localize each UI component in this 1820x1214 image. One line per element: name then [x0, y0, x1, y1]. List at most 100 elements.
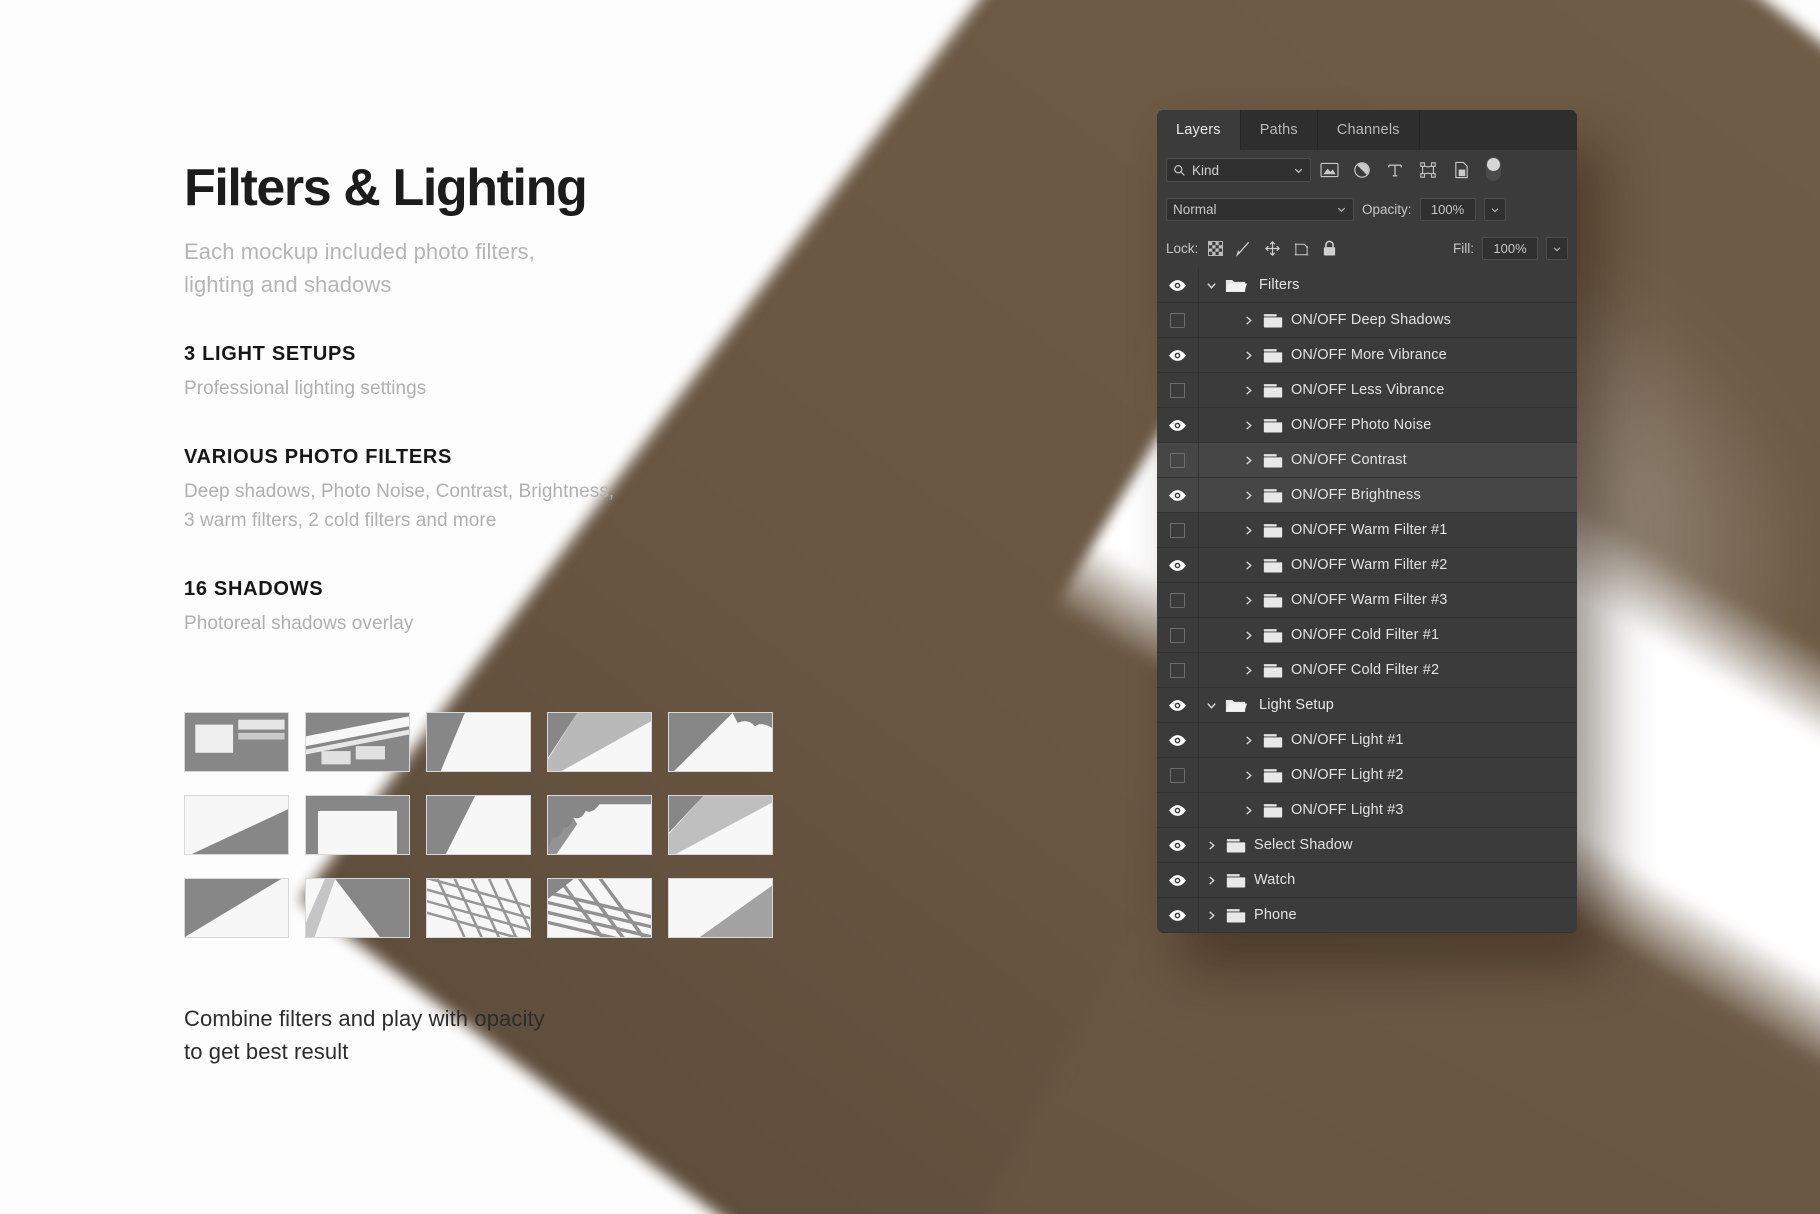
layer-row-body: ON/OFF Light #3	[1199, 802, 1577, 819]
layer-row[interactable]: ON/OFF Deep Shadows	[1157, 303, 1577, 338]
layer-name: ON/OFF Light #3	[1291, 802, 1404, 818]
section-heading: 3 LIGHT SETUPS	[184, 343, 357, 366]
layer-visibility-eye-icon[interactable]	[1157, 338, 1199, 372]
layer-row[interactable]: Phone	[1157, 898, 1577, 933]
layer-visibility-eye-icon[interactable]	[1157, 723, 1199, 757]
lock-image-icon[interactable]	[1235, 240, 1252, 257]
chevron-right-icon[interactable]	[1241, 734, 1255, 747]
layer-visibility-checkbox[interactable]	[1157, 758, 1199, 792]
tab-layers[interactable]: Layers	[1157, 110, 1241, 150]
section-body-line: Professional lighting settings	[184, 378, 427, 400]
layer-row[interactable]: ON/OFF More Vibrance	[1157, 338, 1577, 373]
lock-transparency-icon[interactable]	[1208, 241, 1224, 256]
layer-visibility-checkbox[interactable]	[1157, 443, 1199, 477]
lock-artboard-icon[interactable]	[1293, 241, 1310, 257]
chevron-right-icon[interactable]	[1241, 489, 1255, 502]
chevron-down-icon	[1336, 204, 1347, 215]
layer-visibility-eye-icon[interactable]	[1157, 863, 1199, 897]
chevron-right-icon[interactable]	[1241, 594, 1255, 607]
filter-kind-select[interactable]: Kind	[1166, 158, 1311, 182]
folder-closed-icon	[1262, 382, 1284, 399]
layer-name: ON/OFF Warm Filter #2	[1291, 557, 1448, 573]
filter-enable-toggle[interactable]	[1483, 157, 1503, 183]
chevron-right-icon[interactable]	[1241, 524, 1255, 537]
folder-closed-icon	[1225, 837, 1247, 854]
layer-visibility-eye-icon[interactable]	[1157, 478, 1199, 512]
layer-row-body: ON/OFF Warm Filter #2	[1199, 557, 1577, 574]
fill-stepper[interactable]	[1546, 237, 1568, 260]
layer-row[interactable]: ON/OFF Light #1	[1157, 723, 1577, 758]
blend-mode-value: Normal	[1173, 202, 1217, 217]
chevron-right-icon[interactable]	[1241, 349, 1255, 362]
layer-row[interactable]: Watch	[1157, 863, 1577, 898]
layer-row[interactable]: ON/OFF Brightness	[1157, 478, 1577, 513]
lock-position-icon[interactable]	[1264, 240, 1281, 257]
layer-row[interactable]: ON/OFF Warm Filter #3	[1157, 583, 1577, 618]
section-body-line: Photoreal shadows overlay	[184, 612, 414, 634]
chevron-right-icon[interactable]	[1241, 314, 1255, 327]
layer-visibility-eye-icon[interactable]	[1157, 268, 1199, 302]
tab-paths[interactable]: Paths	[1241, 110, 1318, 150]
layer-name: ON/OFF Photo Noise	[1291, 417, 1432, 433]
shape-layer-icon[interactable]	[1413, 157, 1443, 183]
photoshop-layers-panel: Layers Paths Channels Kind Normal Opacit…	[1157, 110, 1577, 933]
folder-closed-icon	[1262, 522, 1284, 539]
tab-channels[interactable]: Channels	[1318, 110, 1420, 150]
chevron-right-icon[interactable]	[1241, 769, 1255, 782]
lock-all-icon[interactable]	[1322, 240, 1337, 257]
layer-visibility-checkbox[interactable]	[1157, 513, 1199, 547]
layer-visibility-eye-icon[interactable]	[1157, 688, 1199, 722]
opacity-input[interactable]: 100%	[1419, 198, 1476, 221]
blend-mode-select[interactable]: Normal	[1166, 198, 1354, 221]
layer-row[interactable]: Light Setup	[1157, 688, 1577, 723]
fill-label: Fill:	[1453, 241, 1474, 256]
layer-row[interactable]: ON/OFF Light #3	[1157, 793, 1577, 828]
layer-visibility-eye-icon[interactable]	[1157, 408, 1199, 442]
layer-visibility-checkbox[interactable]	[1157, 653, 1199, 687]
layer-row[interactable]: Filters	[1157, 268, 1577, 303]
pixel-layer-icon[interactable]	[1314, 157, 1344, 183]
layer-name: ON/OFF Warm Filter #3	[1291, 592, 1448, 608]
layer-row-body: ON/OFF Cold Filter #1	[1199, 627, 1577, 644]
layer-visibility-checkbox[interactable]	[1157, 303, 1199, 337]
layer-row[interactable]: ON/OFF Warm Filter #1	[1157, 513, 1577, 548]
layer-visibility-checkbox[interactable]	[1157, 583, 1199, 617]
chevron-right-icon[interactable]	[1204, 874, 1218, 887]
chevron-right-icon[interactable]	[1204, 839, 1218, 852]
chevron-right-icon[interactable]	[1241, 384, 1255, 397]
shadow-thumbnail	[305, 795, 410, 855]
chevron-right-icon[interactable]	[1241, 664, 1255, 677]
fill-input[interactable]: 100%	[1482, 237, 1538, 260]
layer-visibility-eye-icon[interactable]	[1157, 898, 1199, 932]
layer-row[interactable]: Select Shadow	[1157, 828, 1577, 863]
layer-visibility-eye-icon[interactable]	[1157, 548, 1199, 582]
layer-row[interactable]: ON/OFF Warm Filter #2	[1157, 548, 1577, 583]
folder-closed-icon	[1262, 487, 1284, 504]
layer-name: Light Setup	[1259, 697, 1335, 713]
layer-visibility-checkbox[interactable]	[1157, 373, 1199, 407]
layer-row[interactable]: ON/OFF Less Vibrance	[1157, 373, 1577, 408]
shadow-thumbnail	[305, 878, 410, 938]
adjustment-layer-icon[interactable]	[1347, 157, 1377, 183]
layer-visibility-checkbox[interactable]	[1157, 618, 1199, 652]
chevron-right-icon[interactable]	[1241, 559, 1255, 572]
type-layer-icon[interactable]	[1380, 157, 1410, 183]
layer-row[interactable]: ON/OFF Cold Filter #1	[1157, 618, 1577, 653]
chevron-right-icon[interactable]	[1241, 454, 1255, 467]
layer-row[interactable]: ON/OFF Cold Filter #2	[1157, 653, 1577, 688]
chevron-right-icon[interactable]	[1241, 629, 1255, 642]
layer-row[interactable]: ON/OFF Photo Noise	[1157, 408, 1577, 443]
layer-visibility-eye-icon[interactable]	[1157, 828, 1199, 862]
chevron-right-icon[interactable]	[1241, 419, 1255, 432]
layer-row[interactable]: ON/OFF Contrast	[1157, 443, 1577, 478]
opacity-stepper[interactable]	[1483, 198, 1506, 221]
smart-object-icon[interactable]	[1446, 157, 1476, 183]
layer-visibility-eye-icon[interactable]	[1157, 793, 1199, 827]
chevron-right-icon[interactable]	[1204, 909, 1218, 922]
shadow-preview-grid	[184, 712, 773, 938]
section-body: Professional lighting settings	[184, 375, 804, 404]
layer-row[interactable]: ON/OFF Light #2	[1157, 758, 1577, 793]
chevron-down-icon[interactable]	[1204, 279, 1218, 292]
chevron-down-icon[interactable]	[1204, 699, 1218, 712]
chevron-right-icon[interactable]	[1241, 804, 1255, 817]
